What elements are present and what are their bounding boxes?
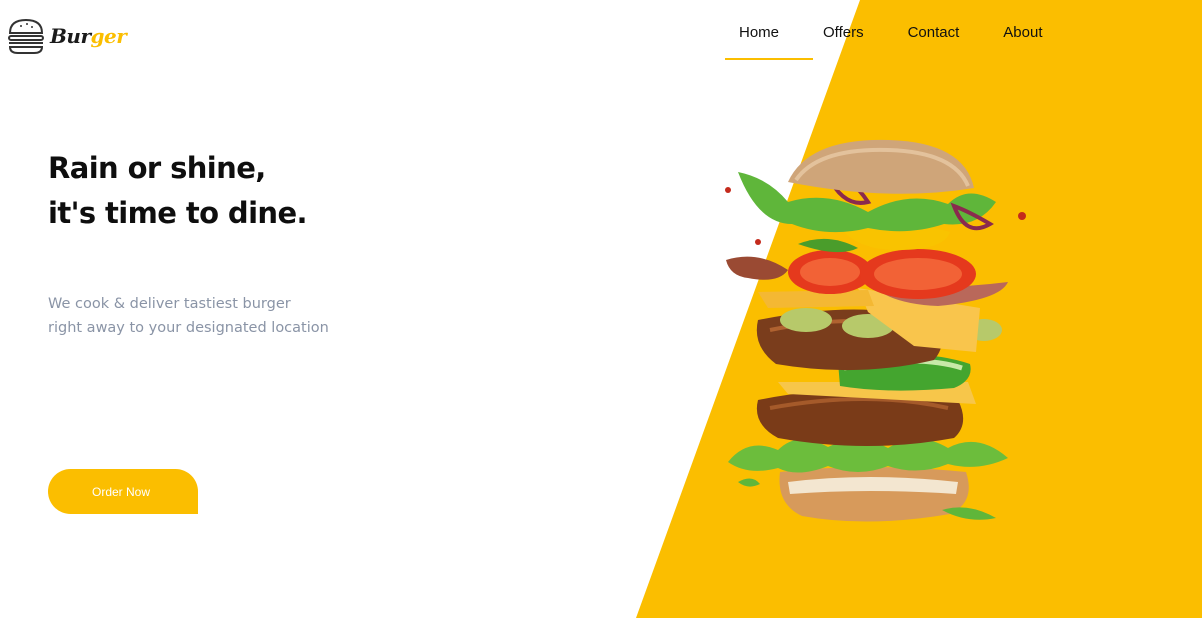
subtext-line-1: We cook & deliver tastiest burger <box>48 296 291 312</box>
burger-image <box>725 139 1026 522</box>
burger-icon <box>8 18 44 54</box>
nav-offers[interactable]: Offers <box>823 24 864 41</box>
brand-name: Burger <box>50 24 127 48</box>
nav-active-underline <box>725 58 813 60</box>
hero-subtext: We cook & deliver tastiest burger right … <box>48 292 329 340</box>
brand-logo[interactable]: Burger <box>6 16 127 56</box>
nav-contact[interactable]: Contact <box>908 24 960 41</box>
nav-home[interactable]: Home <box>739 24 779 41</box>
headline-line-2: it's time to dine. <box>48 196 308 230</box>
subtext-line-2: right away to your designated location <box>48 320 329 336</box>
hero-headline: Rain or shine, it's time to dine. <box>48 146 308 236</box>
nav-about[interactable]: About <box>1003 24 1042 41</box>
order-now-button[interactable]: Order Now <box>48 469 198 514</box>
main-nav: Home Offers Contact About <box>739 24 1043 41</box>
headline-line-1: Rain or shine, <box>48 151 266 185</box>
